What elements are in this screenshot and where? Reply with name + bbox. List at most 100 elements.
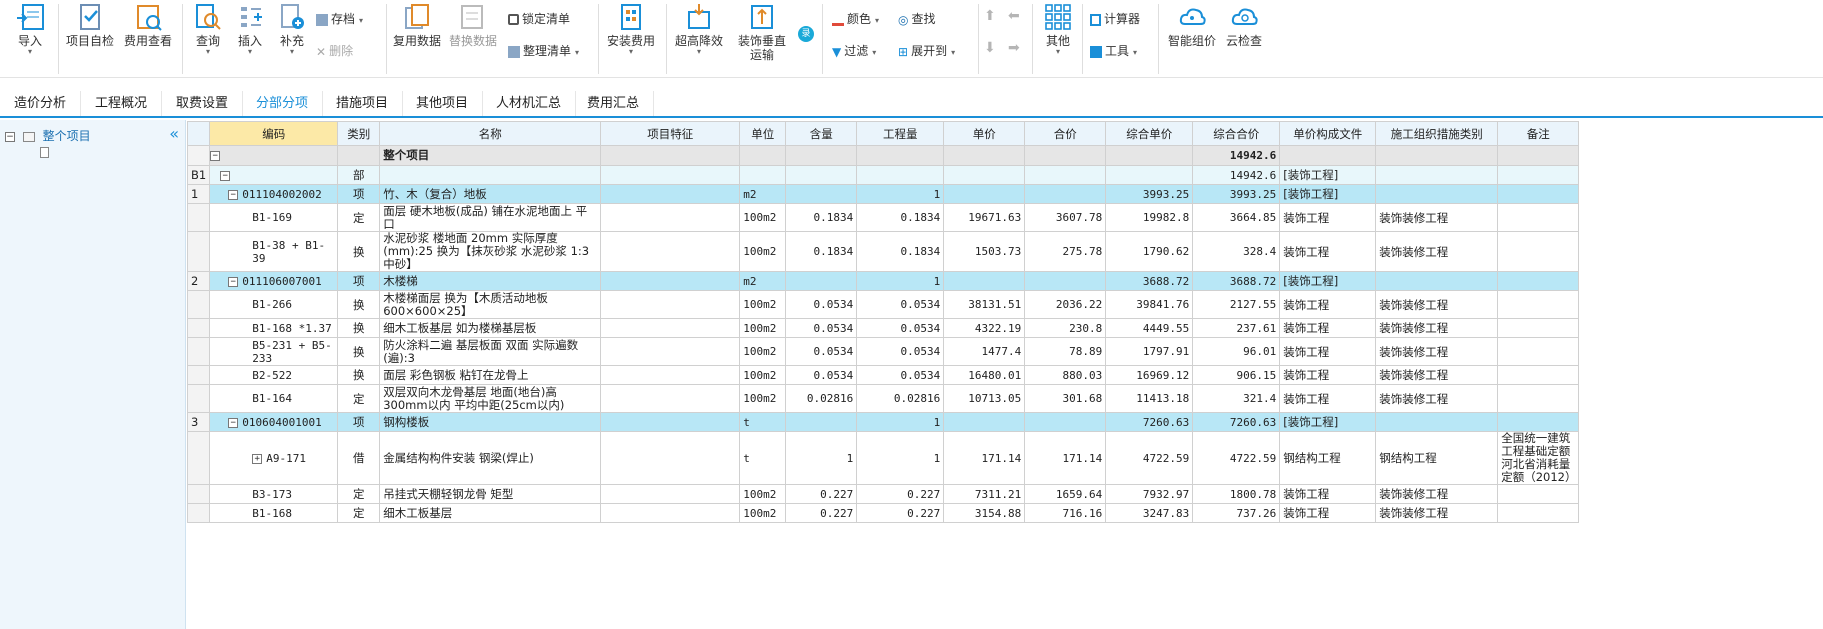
cell-ctotal[interactable]: 1800.78 <box>1192 484 1281 504</box>
cell-unit[interactable]: 100m2 <box>739 203 787 232</box>
record-badge[interactable]: 录 <box>798 26 814 42</box>
cell-note[interactable] <box>1497 318 1580 338</box>
cell-type[interactable]: 项 <box>337 412 381 432</box>
cell-type[interactable]: 项 <box>337 271 381 291</box>
collapse-icon[interactable]: − <box>5 131 15 142</box>
collapse-icon[interactable]: − <box>220 170 231 181</box>
cell-unit[interactable] <box>739 165 787 185</box>
cell-name[interactable] <box>379 165 602 185</box>
cell-unit[interactable]: 100m2 <box>739 318 787 338</box>
cell-price[interactable]: 3154.88 <box>943 503 1026 523</box>
cell-file[interactable]: [装饰工程] <box>1279 412 1377 432</box>
cell-file[interactable]: [装饰工程] <box>1279 165 1377 185</box>
cell-file[interactable] <box>1279 145 1377 166</box>
cell-content[interactable] <box>785 412 858 432</box>
cell-feat[interactable] <box>600 184 741 204</box>
tab-fee-summary[interactable]: 费用汇总 <box>573 91 655 116</box>
cell-content[interactable]: 0.0534 <box>785 365 858 385</box>
cell-type[interactable]: 部 <box>337 165 381 185</box>
cell-total[interactable] <box>1024 165 1107 185</box>
cell-ctotal[interactable]: 3993.25 <box>1192 184 1281 204</box>
cell-total[interactable] <box>1024 184 1107 204</box>
cell-type[interactable]: 借 <box>337 431 381 485</box>
cell-cprice[interactable]: 4449.55 <box>1105 318 1194 338</box>
cell-type[interactable]: 定 <box>337 484 381 504</box>
collapse-icon[interactable]: − <box>228 189 239 200</box>
cell-content[interactable] <box>785 184 858 204</box>
decor-transport-button[interactable]: 装饰垂直 运输 <box>732 2 792 62</box>
cell-content[interactable]: 0.0534 <box>785 318 858 338</box>
table-row[interactable]: B1-164 定双层双向木龙骨基层 地面(地台)高300mm以内 平均中距(25c… <box>186 384 1580 413</box>
cell-type[interactable]: 定 <box>337 384 381 413</box>
cell-feat[interactable] <box>600 203 741 232</box>
cell-cat[interactable] <box>1375 271 1499 291</box>
tree-node-child[interactable] <box>30 147 49 161</box>
header-content[interactable]: 含量 <box>785 121 858 146</box>
organize-list-button[interactable]: 整理清单 ▾ <box>508 41 579 61</box>
header-quantity[interactable]: 工程量 <box>856 121 945 146</box>
cell-cprice[interactable] <box>1105 145 1194 166</box>
collapse-icon[interactable]: − <box>210 151 221 161</box>
cell-total[interactable] <box>1024 271 1107 291</box>
find-button[interactable]: ◎ 查找 <box>898 9 936 29</box>
cell-code[interactable]: −011106007001 <box>209 271 339 291</box>
table-row[interactable]: B1-38 + B1-39 换水泥砂浆 楼地面 20mm 实际厚度(mm):25 … <box>186 231 1580 272</box>
cell-ctotal[interactable]: 2127.55 <box>1192 290 1281 319</box>
cell-code[interactable]: B1-168 *1.37 <box>209 318 339 338</box>
cell-total[interactable]: 171.14 <box>1024 431 1107 485</box>
header-remarks[interactable]: 备注 <box>1497 121 1580 146</box>
cell-content[interactable]: 0.02816 <box>785 384 858 413</box>
supplement-button[interactable]: 补充 ▾ <box>274 2 310 56</box>
table-row[interactable]: B5-231 + B5-233 换防火涂料二遍 基层板面 双面 实际遍数(遍):3… <box>186 337 1580 366</box>
cell-price[interactable]: 38131.51 <box>943 290 1026 319</box>
cell-ctotal[interactable]: 4722.59 <box>1192 431 1281 485</box>
cell-unit[interactable]: 100m2 <box>739 337 787 366</box>
header-total-price[interactable]: 合价 <box>1024 121 1107 146</box>
cell-qty[interactable]: 0.227 <box>856 503 945 523</box>
cell-cprice[interactable]: 16969.12 <box>1105 365 1194 385</box>
cell-name[interactable]: 钢构楼板 <box>379 412 602 432</box>
cell-content[interactable]: 0.1834 <box>785 203 858 232</box>
cell-content[interactable] <box>785 165 858 185</box>
cell-unit[interactable] <box>739 145 787 166</box>
table-row[interactable]: + A9-171 借金属结构构件安装 钢梁(焊止) t 1 1 171.14 171.14 47… <box>186 431 1580 485</box>
row-number-cell[interactable]: 3 <box>186 412 211 432</box>
table-row[interactable]: B1− 部 14942.6 [装饰工程] <box>186 165 1580 185</box>
cell-ctotal[interactable]: 237.61 <box>1192 318 1281 338</box>
cell-qty[interactable]: 1 <box>856 431 945 485</box>
row-number-cell[interactable] <box>186 203 211 232</box>
cell-note[interactable] <box>1497 231 1580 272</box>
cell-qty[interactable]: 0.0534 <box>856 337 945 366</box>
cell-note[interactable] <box>1497 503 1580 523</box>
cell-file[interactable]: 装饰工程 <box>1279 318 1377 338</box>
cell-cat[interactable]: 装饰装修工程 <box>1375 384 1499 413</box>
cell-type[interactable]: 换 <box>337 318 381 338</box>
row-number-cell[interactable] <box>186 484 211 504</box>
row-number-cell[interactable] <box>186 431 211 485</box>
cell-code[interactable]: B1-266 <box>209 290 339 319</box>
cell-qty[interactable]: 0.02816 <box>856 384 945 413</box>
table-row[interactable]: − 整个项目 14942.6 <box>186 145 1580 166</box>
cell-note[interactable] <box>1497 365 1580 385</box>
row-number-cell[interactable]: B1 <box>186 165 211 185</box>
cell-ctotal[interactable]: 96.01 <box>1192 337 1281 366</box>
cell-ctotal[interactable]: 14942.6 <box>1192 145 1281 166</box>
cell-unit[interactable]: t <box>739 431 787 485</box>
cell-file[interactable]: [装饰工程] <box>1279 184 1377 204</box>
cell-cat[interactable]: 装饰装修工程 <box>1375 484 1499 504</box>
cell-note[interactable]: 全国统一建筑工程基础定额河北省消耗量定额（2012） <box>1497 431 1580 485</box>
cell-feat[interactable] <box>600 271 741 291</box>
color-button[interactable]: 颜色 ▾ <box>832 9 879 29</box>
cell-total[interactable]: 716.16 <box>1024 503 1107 523</box>
cell-note[interactable] <box>1497 484 1580 504</box>
cell-ctotal[interactable]: 737.26 <box>1192 503 1281 523</box>
cell-file[interactable]: 钢结构工程 <box>1279 431 1377 485</box>
cell-content[interactable]: 0.0534 <box>785 290 858 319</box>
cell-cat[interactable]: 装饰装修工程 <box>1375 290 1499 319</box>
cell-code[interactable]: B2-522 <box>209 365 339 385</box>
row-number-cell[interactable]: 2 <box>186 271 211 291</box>
cell-name[interactable]: 木楼梯 <box>379 271 602 291</box>
cell-unit[interactable]: 100m2 <box>739 503 787 523</box>
cell-ctotal[interactable]: 328.4 <box>1192 231 1281 272</box>
cell-cprice[interactable]: 19982.8 <box>1105 203 1194 232</box>
